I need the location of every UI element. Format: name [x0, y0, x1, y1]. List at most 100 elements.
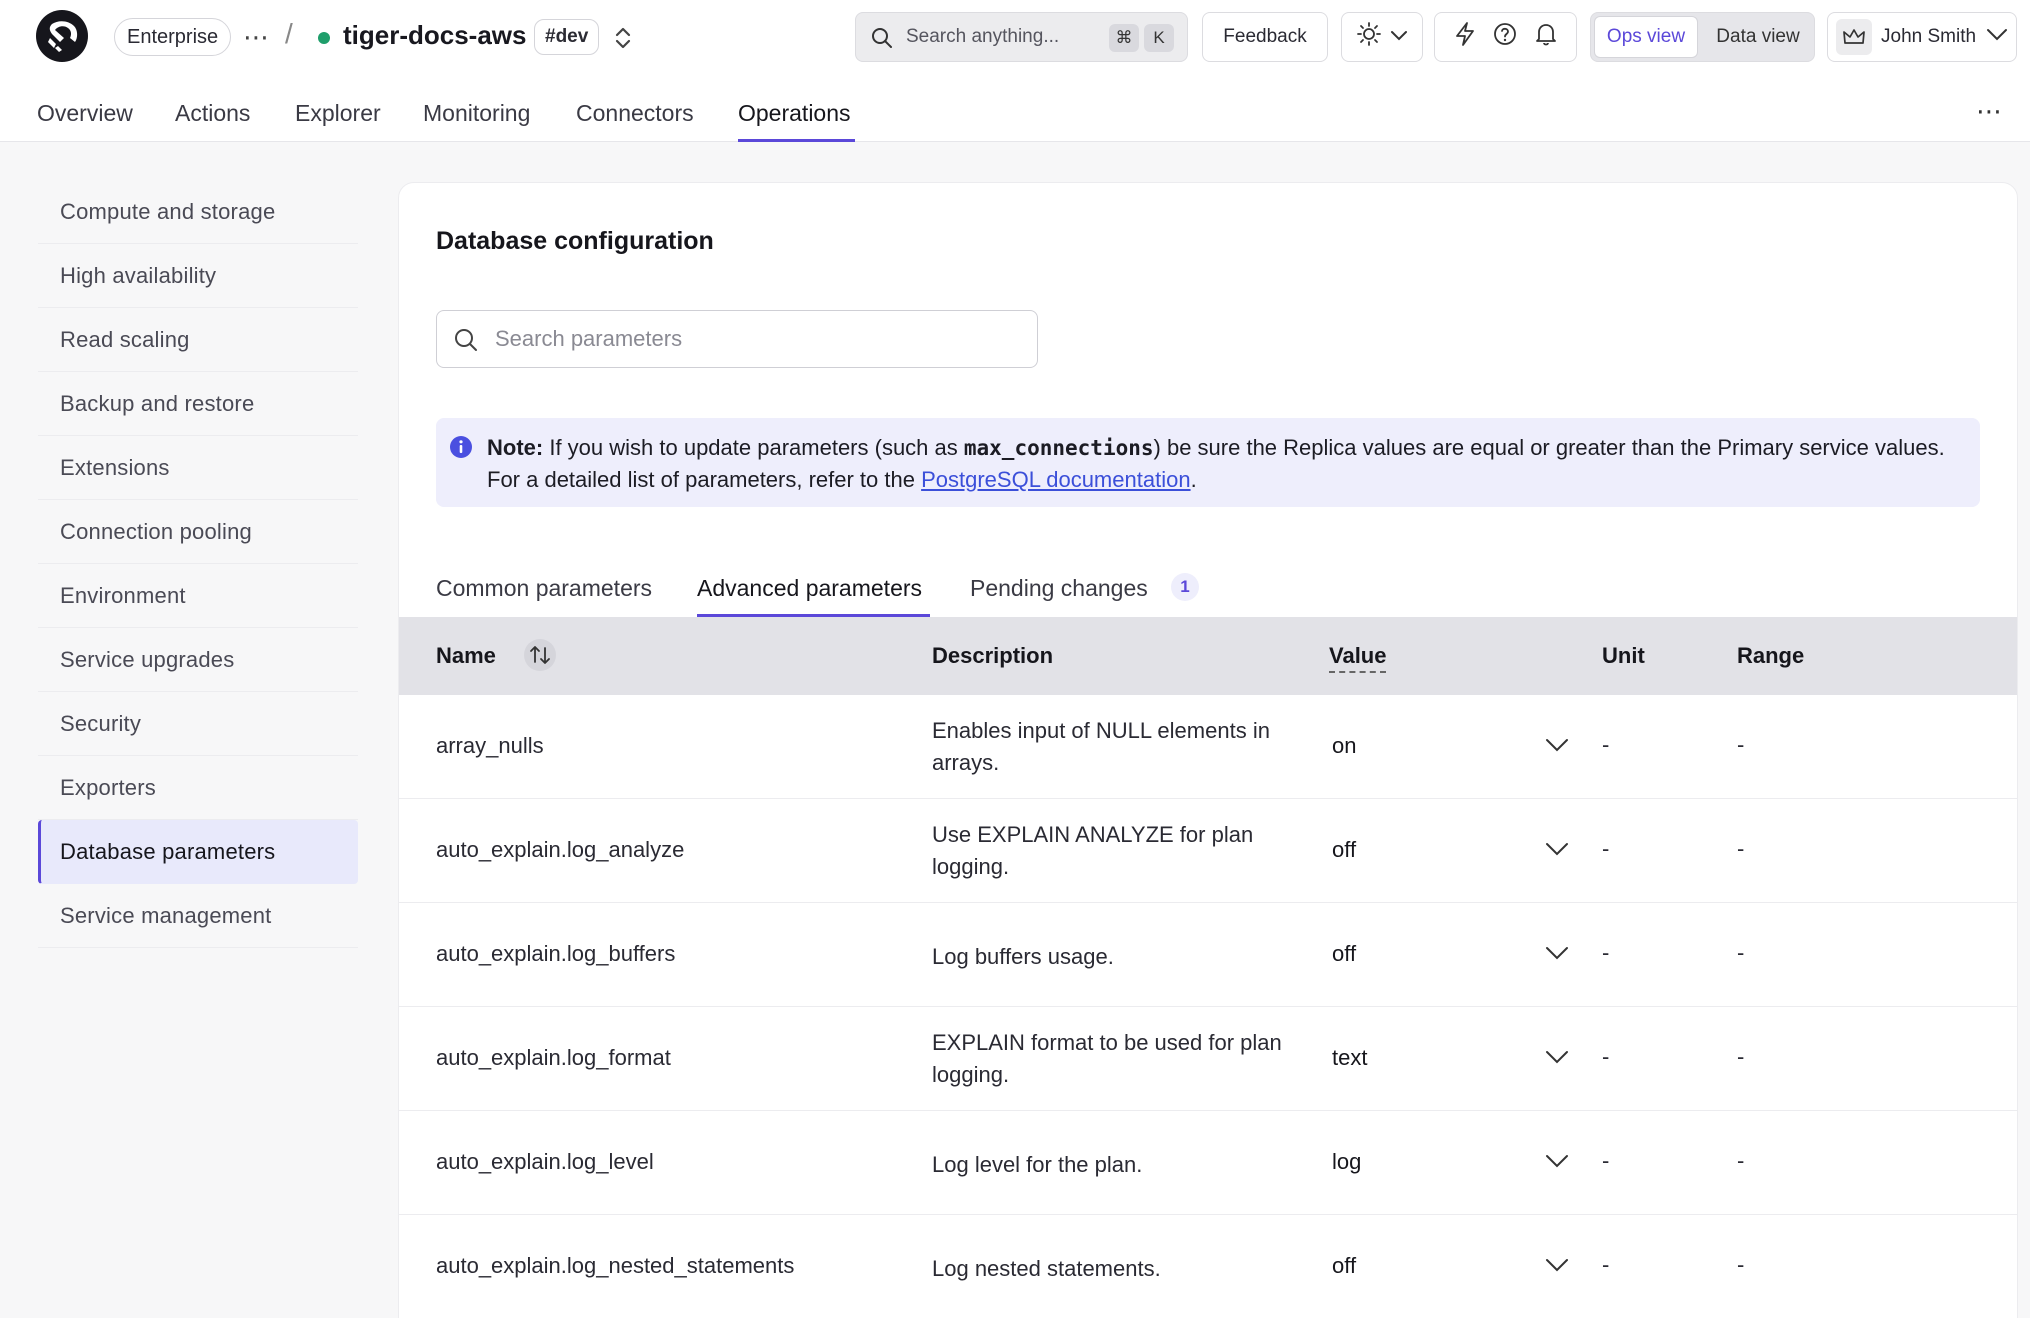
param-unit: -: [1602, 940, 1610, 965]
main-nav: Overview Actions Explorer Monitoring Con…: [0, 74, 2030, 142]
global-search-placeholder: Search anything...: [906, 26, 1060, 47]
postgresql-docs-link[interactable]: PostgreSQL documentation: [921, 467, 1190, 492]
column-value[interactable]: Value: [1329, 643, 1387, 673]
sidebar-item-backup-restore[interactable]: Backup and restore: [38, 372, 358, 436]
help-icon[interactable]: [1492, 21, 1518, 53]
tab-pending-changes[interactable]: Pending changes: [970, 575, 1148, 602]
service-status-dot: [318, 32, 330, 44]
param-name: auto_explain.log_format: [436, 1045, 671, 1070]
note-text: Note: If you wish to update parameters (…: [487, 432, 1957, 496]
sidebar-item-database-parameters[interactable]: Database parameters: [38, 820, 358, 884]
param-range: -: [1737, 732, 1745, 757]
sort-icon[interactable]: [524, 639, 556, 671]
param-unit: -: [1602, 1044, 1610, 1069]
param-description: Log nested statements.: [932, 1256, 1161, 1281]
param-description: EXPLAIN format to be used for plan loggi…: [932, 1030, 1282, 1087]
chevron-down-icon[interactable]: [1545, 1253, 1569, 1279]
note-code: max_connections: [963, 436, 1154, 460]
param-value-select[interactable]: log: [1332, 1149, 1361, 1175]
table-row: array_nulls Enables input of NULL elemen…: [399, 695, 2017, 799]
table-row: auto_explain.log_analyze Use EXPLAIN ANA…: [399, 799, 2017, 903]
column-unit: Unit: [1602, 643, 1645, 668]
chevron-down-icon: [1390, 26, 1408, 48]
note-text-1: If you wish to update parameters (such a…: [543, 435, 964, 460]
bell-icon[interactable]: [1534, 21, 1558, 53]
tab-common-parameters[interactable]: Common parameters: [436, 575, 652, 602]
chevron-down-icon[interactable]: [1545, 733, 1569, 759]
param-unit: -: [1602, 732, 1610, 757]
chevron-down-icon[interactable]: [1545, 1149, 1569, 1175]
feedback-button[interactable]: Feedback: [1202, 12, 1328, 62]
column-range: Range: [1737, 643, 1805, 668]
chevron-down-icon[interactable]: [1545, 941, 1569, 967]
param-value-select[interactable]: off: [1332, 1253, 1356, 1279]
database-config-card: Database configuration Search parameters…: [398, 182, 2018, 1318]
param-range: -: [1737, 1148, 1745, 1173]
param-name: auto_explain.log_buffers: [436, 941, 676, 966]
sidebar-item-high-availability[interactable]: High availability: [38, 244, 358, 308]
parameter-search-input[interactable]: Search parameters: [436, 310, 1038, 368]
kbd-cmd: ⌘: [1109, 24, 1139, 52]
tiger-logo-icon[interactable]: [36, 10, 88, 62]
lightning-icon[interactable]: [1453, 21, 1477, 53]
chevron-down-icon[interactable]: [1545, 1045, 1569, 1071]
sidebar-item-exporters[interactable]: Exporters: [38, 756, 358, 820]
top-bar: Enterprise ⋯ / tiger-docs-aws #dev Searc…: [0, 0, 2030, 74]
tab-operations[interactable]: Operations: [738, 100, 851, 127]
param-value-select[interactable]: off: [1332, 837, 1356, 863]
ops-view-button[interactable]: Ops view: [1594, 16, 1698, 58]
service-tag: #dev: [534, 19, 600, 55]
tab-connectors[interactable]: Connectors: [576, 100, 694, 127]
column-description: Description: [932, 643, 1054, 668]
column-name: Name: [436, 643, 496, 668]
param-name: auto_explain.log_nested_statements: [436, 1253, 795, 1278]
info-icon: [449, 435, 473, 464]
param-value-select[interactable]: off: [1332, 941, 1356, 967]
tab-explorer[interactable]: Explorer: [295, 100, 381, 127]
sidebar-item-read-scaling[interactable]: Read scaling: [38, 308, 358, 372]
global-search-input[interactable]: Search anything... ⌘ K: [855, 12, 1188, 62]
param-name: array_nulls: [436, 733, 544, 758]
sidebar-item-environment[interactable]: Environment: [38, 564, 358, 628]
sidebar-item-connection-pooling[interactable]: Connection pooling: [38, 500, 358, 564]
breadcrumb-separator: /: [285, 18, 293, 49]
tab-advanced-parameters[interactable]: Advanced parameters: [697, 575, 922, 602]
more-options-icon[interactable]: ⋯: [243, 22, 271, 53]
tab-actions[interactable]: Actions: [175, 100, 250, 127]
param-name: auto_explain.log_level: [436, 1149, 654, 1174]
param-value-select[interactable]: on: [1332, 733, 1356, 759]
data-view-button[interactable]: Data view: [1708, 16, 1808, 58]
chevron-down-icon: [1986, 26, 2008, 48]
tab-monitoring[interactable]: Monitoring: [423, 100, 530, 127]
service-name[interactable]: tiger-docs-aws: [343, 20, 527, 51]
sidebar-item-service-management[interactable]: Service management: [38, 884, 358, 948]
org-badge[interactable]: Enterprise: [114, 18, 232, 56]
header-icon-group: [1434, 12, 1577, 62]
param-value-select[interactable]: text: [1332, 1045, 1367, 1071]
sidebar-item-security[interactable]: Security: [38, 692, 358, 756]
search-icon: [453, 327, 479, 358]
user-menu-button[interactable]: John Smith: [1827, 12, 2017, 62]
tab-overview[interactable]: Overview: [37, 100, 133, 127]
kbd-k: K: [1144, 24, 1174, 52]
table-row: auto_explain.log_level Log level for the…: [399, 1111, 2017, 1215]
param-unit: -: [1602, 1252, 1610, 1277]
user-name: John Smith: [1881, 26, 1977, 47]
view-toggle: Ops view Data view: [1590, 12, 1815, 62]
note-text-3: .: [1190, 467, 1197, 492]
search-icon: [870, 26, 894, 55]
info-note: Note: If you wish to update parameters (…: [436, 418, 1980, 507]
theme-toggle-button[interactable]: [1341, 12, 1423, 62]
sidebar-item-service-upgrades[interactable]: Service upgrades: [38, 628, 358, 692]
sun-icon: [1356, 21, 1382, 53]
sidebar-item-compute-storage[interactable]: Compute and storage: [38, 180, 358, 244]
param-range: -: [1737, 1252, 1745, 1277]
sidebar-item-extensions[interactable]: Extensions: [38, 436, 358, 500]
active-tab-indicator: [738, 139, 855, 142]
param-unit: -: [1602, 836, 1610, 861]
service-switcher-icon[interactable]: [612, 24, 634, 57]
chevron-down-icon[interactable]: [1545, 837, 1569, 863]
nav-more-icon[interactable]: ⋯: [1976, 96, 2004, 127]
param-unit: -: [1602, 1148, 1610, 1173]
note-label: Note:: [487, 435, 544, 460]
